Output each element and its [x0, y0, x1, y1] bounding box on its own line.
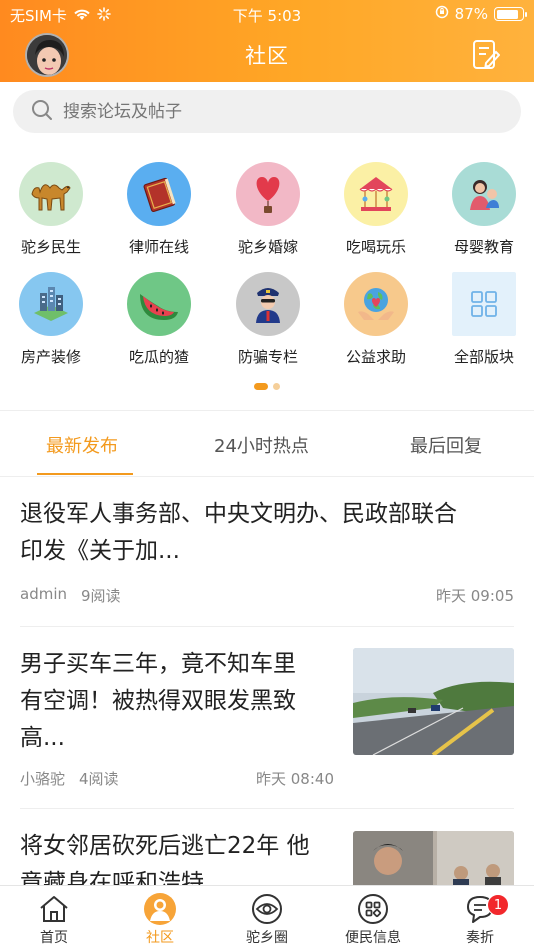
- category-label: 母婴教育: [453, 238, 514, 256]
- law-book-icon: [127, 162, 191, 226]
- page-title: 社区: [245, 44, 289, 68]
- post-author: admin: [20, 585, 67, 603]
- nav-label: 便民信息: [345, 930, 401, 946]
- post-author: 小骆驼: [20, 770, 66, 788]
- category-anti-fraud[interactable]: 防骗专栏: [218, 272, 318, 367]
- nav-label: 驼乡圈: [246, 930, 288, 946]
- header: 无SIM卡 下午 5:03 87% 社区: [0, 0, 534, 82]
- watermelon-icon: [127, 272, 191, 336]
- post-meta: 小骆驼 4阅读: [20, 768, 119, 789]
- category-all-sections[interactable]: 全部版块: [434, 272, 534, 367]
- status-bar: 无SIM卡 下午 5:03 87%: [0, 0, 534, 28]
- nav-convenience-info[interactable]: 便民信息: [333, 892, 413, 947]
- notification-badge: 1: [487, 894, 509, 916]
- post-thumbnail[interactable]: [353, 648, 514, 755]
- category-tuoxiang-minsheng[interactable]: 驼乡民生: [1, 162, 101, 257]
- carousel-icon: [344, 162, 408, 226]
- mother-baby-icon: [452, 162, 516, 226]
- community-page: 无SIM卡 下午 5:03 87% 社区 搜索论坛及帖子 驼乡民生 律师在线 驼…: [0, 0, 534, 950]
- post-reads: 4阅读: [79, 770, 119, 788]
- nav-tuoxiang-circle[interactable]: 驼乡圈: [227, 892, 307, 947]
- category-label: 房产装修: [20, 348, 81, 366]
- divider: [20, 626, 514, 627]
- category-label: 防骗专栏: [237, 348, 298, 366]
- search-bar[interactable]: [13, 90, 521, 133]
- search-input[interactable]: [63, 101, 483, 122]
- nav-label: 首页: [40, 930, 68, 946]
- post-meta: admin 9阅读: [20, 585, 121, 606]
- category-label: 驼乡民生: [20, 238, 81, 256]
- apps-icon: [356, 892, 390, 926]
- search-icon: [31, 99, 53, 125]
- divider: [0, 476, 534, 477]
- nav-label: 社区: [146, 930, 174, 946]
- divider: [20, 808, 514, 809]
- nav-messages[interactable]: 奏折 1: [440, 892, 520, 947]
- post-time: 昨天 08:40: [256, 770, 334, 788]
- divider: [0, 410, 534, 411]
- category-label: 律师在线: [128, 238, 189, 256]
- category-gossip[interactable]: 吃瓜的猹: [109, 272, 209, 367]
- bottom-nav: 首页 社区 驼乡圈 便民信息 奏折 1: [0, 885, 534, 950]
- category-food-fun[interactable]: 吃喝玩乐: [326, 162, 426, 257]
- category-label: 全部版块: [453, 348, 514, 366]
- feed-tabs: 最新发布 24小时热点 最后回复: [0, 412, 534, 476]
- community-icon: [143, 892, 177, 926]
- category-label: 吃喝玩乐: [345, 238, 406, 256]
- category-tuoxiang-wedding[interactable]: 驼乡婚嫁: [218, 162, 318, 257]
- carousel-dot[interactable]: [273, 383, 280, 390]
- category-charity[interactable]: 公益求助: [326, 272, 426, 367]
- carousel-indicator: [0, 383, 534, 390]
- circle-eye-icon: [250, 892, 284, 926]
- category-label: 吃瓜的猹: [128, 348, 189, 366]
- active-tab-indicator: [37, 473, 133, 475]
- orientation-lock-icon: [435, 5, 449, 23]
- category-mother-baby[interactable]: 母婴教育: [434, 162, 534, 257]
- post-time: 昨天 09:05: [436, 587, 514, 605]
- home-icon: [37, 892, 71, 926]
- earth-hands-icon: [344, 272, 408, 336]
- post-title: 退役军人事务部、中央文明办、民政部联合 印发《关于加...: [20, 501, 457, 564]
- tab-24h-hot[interactable]: 24小时热点: [214, 432, 309, 458]
- category-label: 驼乡婚嫁: [237, 238, 298, 256]
- battery-icon: [494, 7, 527, 21]
- category-label: 公益求助: [345, 348, 406, 366]
- tab-last-reply[interactable]: 最后回复: [410, 432, 482, 458]
- grid-icon: [452, 272, 516, 336]
- nav-community[interactable]: 社区: [120, 892, 200, 947]
- camel-icon: [19, 162, 83, 226]
- compose-icon[interactable]: [472, 39, 501, 71]
- carousel-dot-active[interactable]: [254, 383, 268, 390]
- tab-latest[interactable]: 最新发布: [46, 432, 118, 458]
- police-icon: [236, 272, 300, 336]
- post-title: 男子买车三年，竟不知车里 有空调！被热得双眼发黑致 高...: [20, 651, 296, 751]
- buildings-icon: [19, 272, 83, 336]
- battery-percent: 87%: [454, 5, 488, 23]
- category-real-estate[interactable]: 房产装修: [1, 272, 101, 367]
- post-thumbnail[interactable]: [353, 831, 514, 891]
- nav-label: 奏折: [466, 930, 494, 946]
- category-lawyer-online[interactable]: 律师在线: [109, 162, 209, 257]
- nav-home[interactable]: 首页: [14, 892, 94, 947]
- post-reads: 9阅读: [81, 587, 121, 605]
- heart-balloon-icon: [236, 162, 300, 226]
